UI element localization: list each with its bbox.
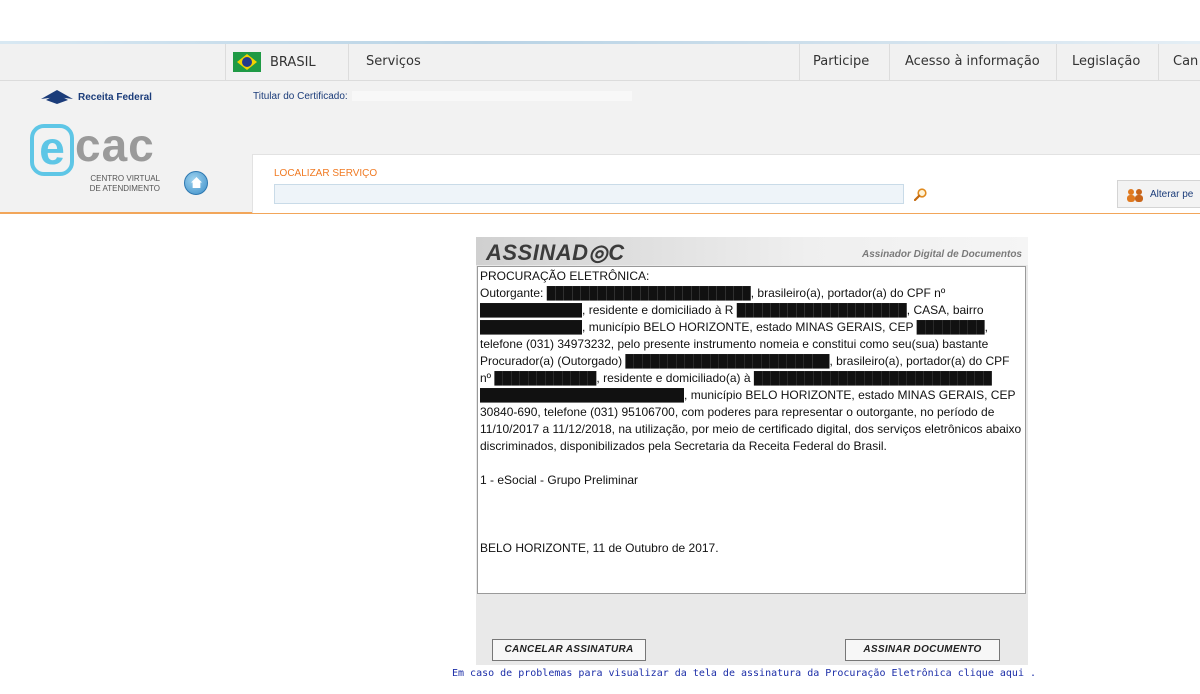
receita-federal-logo[interactable]: Receita Federal [40, 89, 152, 105]
help-message: Em caso de problemas para visualizar da … [452, 668, 1036, 679]
ecac-subtitle-line2: DE ATENDIMENTO [89, 184, 160, 193]
gov-bar: BRASIL Serviços Participe Acesso à infor… [0, 44, 1200, 81]
search-panel: LOCALIZAR SERVIÇO Alterar pe [252, 154, 1200, 213]
nav-legislacao[interactable]: Legislação [1072, 44, 1140, 80]
nav-divider [1158, 44, 1159, 80]
receita-federal-emblem-icon [41, 90, 73, 104]
nav-divider [889, 44, 890, 80]
brasil-link[interactable]: BRASIL [225, 44, 349, 80]
sign-document-button[interactable]: ASSINAR DOCUMENTO [845, 639, 1000, 661]
nav-divider [799, 44, 800, 80]
assinador-panel: ASSINAD◎C Assinador Digital de Documento… [476, 237, 1028, 665]
help-link[interactable]: aqui [1000, 668, 1024, 679]
nav-divider [1056, 44, 1057, 80]
certificate-holder-redacted [351, 91, 632, 102]
document-title: PROCURAÇÃO ELETRÔNICA: [480, 269, 650, 283]
nav-servicos[interactable]: Serviços [366, 44, 421, 80]
people-icon [1127, 189, 1143, 202]
brazil-flag-icon [233, 52, 261, 72]
nav-acesso-informacao[interactable]: Acesso à informação [905, 44, 1040, 80]
brasil-label: BRASIL [270, 54, 316, 70]
change-profile-label: Alterar pe [1150, 189, 1194, 200]
ecac-logo-e: e [30, 124, 74, 176]
help-text: Em caso de problemas para visualizar da … [452, 668, 994, 679]
ecac-logo-cac: cac [75, 119, 155, 171]
receita-federal-label: Receita Federal [78, 91, 152, 103]
cancel-signature-button[interactable]: CANCELAR ASSINATURA [492, 639, 646, 661]
top-band [0, 0, 1200, 44]
document-body: Outorgante: ████████████████████████, br… [480, 286, 1022, 453]
document-place-date: BELO HORIZONTE, 11 de Outubro de 2017. [480, 541, 719, 555]
document-service-item: 1 - eSocial - Grupo Preliminar [480, 473, 639, 487]
search-input[interactable] [274, 184, 904, 204]
certificate-holder-label: Titular do Certificado: [253, 91, 348, 102]
certificate-holder: Titular do Certificado: [253, 91, 632, 102]
help-end: . [1030, 668, 1037, 679]
assinador-logo: ASSINAD◎C [486, 240, 625, 265]
ecac-logo-subtitle: CENTRO VIRTUAL DE ATENDIMENTO [82, 174, 160, 194]
search-label: LOCALIZAR SERVIÇO [274, 168, 378, 179]
home-icon[interactable] [184, 171, 208, 195]
procuracao-document: PROCURAÇÃO ELETRÔNICA: Outorgante: █████… [477, 266, 1026, 594]
search-icon[interactable] [914, 188, 927, 201]
nav-canais[interactable]: Can [1173, 44, 1198, 80]
nav-participe[interactable]: Participe [813, 44, 869, 80]
ecac-header: Receita Federal Titular do Certificado: … [0, 81, 1200, 214]
assinador-header: ASSINAD◎C Assinador Digital de Documento… [476, 237, 1028, 265]
ecac-subtitle-line1: CENTRO VIRTUAL [90, 174, 160, 183]
change-profile-button[interactable]: Alterar pe [1117, 180, 1200, 208]
assinador-subtitle: Assinador Digital de Documentos [861, 249, 1022, 260]
